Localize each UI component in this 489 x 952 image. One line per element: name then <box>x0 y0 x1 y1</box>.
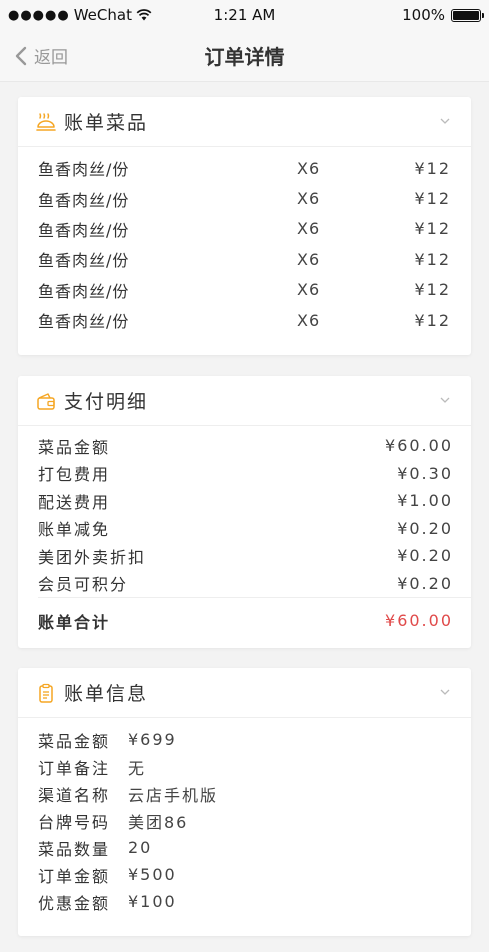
wallet-icon <box>37 392 55 410</box>
dish-price: ¥12 <box>414 310 451 330</box>
dish-quantity: X6 <box>297 280 321 300</box>
chevron-down-icon <box>440 397 450 403</box>
status-bar: ●●●●● WeChat 1:21 AM 100% <box>0 0 489 30</box>
info-label: 订单金额 <box>38 866 111 886</box>
dish-name: 鱼香肉丝/份 <box>38 281 130 301</box>
payment-value: ¥0.20 <box>397 546 453 566</box>
nav-bar: 返回 订单详情 <box>0 30 489 82</box>
info-label: 优惠金额 <box>38 893 111 913</box>
chevron-down-icon <box>440 689 450 695</box>
info-label: 订单备注 <box>38 758 111 778</box>
clipboard-icon <box>39 683 53 703</box>
list-item: 鱼香肉丝/份 X6 ¥12 <box>38 244 451 274</box>
food-cloche-icon <box>36 112 56 131</box>
payment-label: 菜品金额 <box>38 437 111 457</box>
dish-price: ¥12 <box>414 280 451 300</box>
list-item: 美团外卖折扣 ¥0.20 <box>38 542 453 570</box>
payment-card-header[interactable]: 支付明细 <box>18 376 471 426</box>
dish-quantity: X6 <box>297 310 321 330</box>
list-item: 菜品数量 20 <box>38 834 451 861</box>
list-item: 鱼香肉丝/份 X6 ¥12 <box>38 214 451 244</box>
list-item: 订单备注 无 <box>38 753 451 780</box>
dish-price: ¥12 <box>414 189 451 209</box>
chevron-down-icon <box>440 118 450 124</box>
info-value: 20 <box>128 838 153 857</box>
dish-quantity: X6 <box>297 158 321 178</box>
list-item: 鱼香肉丝/份 X6 ¥12 <box>38 183 451 213</box>
payment-value: ¥0.20 <box>397 518 453 538</box>
dish-name: 鱼香肉丝/份 <box>38 251 130 271</box>
info-list: 菜品金额 ¥699 订单备注 无 渠道名称 云店手机版 台牌号码 美团86 菜品… <box>18 718 471 933</box>
payment-value: ¥1.00 <box>397 491 453 511</box>
back-label: 返回 <box>34 48 68 68</box>
dish-name: 鱼香肉丝/份 <box>38 190 130 210</box>
info-value: 无 <box>128 758 147 778</box>
info-label: 渠道名称 <box>38 785 111 805</box>
info-value: ¥699 <box>128 730 177 749</box>
dish-name: 鱼香肉丝/份 <box>38 160 130 180</box>
list-item: 账单减免 ¥0.20 <box>38 515 453 543</box>
list-item: 菜品金额 ¥60.00 <box>38 432 453 460</box>
info-card-header[interactable]: 账单信息 <box>18 668 471 718</box>
list-item: 会员可积分 ¥0.20 <box>38 570 453 598</box>
dishes-card: 账单菜品 鱼香肉丝/份 X6 ¥12 鱼香肉丝/份 X6 ¥12 鱼香肉丝/份 … <box>18 97 471 355</box>
back-button[interactable]: 返回 <box>14 43 68 68</box>
info-label: 菜品数量 <box>38 839 111 859</box>
battery-icon <box>451 8 484 22</box>
payment-value: ¥0.20 <box>397 573 453 593</box>
info-value: ¥100 <box>128 892 177 911</box>
status-time: 1:21 AM <box>213 6 276 24</box>
wifi-icon <box>136 9 152 21</box>
list-item: 订单金额 ¥500 <box>38 861 451 888</box>
payment-card: 支付明细 菜品金额 ¥60.00 打包费用 ¥0.30 配送费用 ¥1.00 账… <box>18 376 471 648</box>
info-value: ¥500 <box>128 865 177 884</box>
page-title: 订单详情 <box>204 45 285 69</box>
dish-list: 鱼香肉丝/份 X6 ¥12 鱼香肉丝/份 X6 ¥12 鱼香肉丝/份 X6 ¥1… <box>18 147 471 353</box>
battery-percent: 100% <box>402 6 445 24</box>
list-item: 台牌号码 美团86 <box>38 807 451 834</box>
list-item: 鱼香肉丝/份 X6 ¥12 <box>38 153 451 183</box>
dishes-section-title: 账单菜品 <box>64 112 149 134</box>
payment-total-label: 账单合计 <box>38 612 111 632</box>
list-item: 配送费用 ¥1.00 <box>38 487 453 515</box>
dish-name: 鱼香肉丝/份 <box>38 220 130 240</box>
info-label: 菜品金额 <box>38 731 111 751</box>
info-label: 台牌号码 <box>38 812 111 832</box>
payment-label: 会员可积分 <box>38 575 129 595</box>
info-section-title: 账单信息 <box>64 683 149 705</box>
list-item: 鱼香肉丝/份 X6 ¥12 <box>38 275 451 305</box>
payment-label: 美团外卖折扣 <box>38 547 147 567</box>
payment-list: 菜品金额 ¥60.00 打包费用 ¥0.30 配送费用 ¥1.00 账单减免 ¥… <box>18 426 471 597</box>
dish-price: ¥12 <box>414 219 451 239</box>
dish-quantity: X6 <box>297 219 321 239</box>
list-item: 渠道名称 云店手机版 <box>38 780 451 807</box>
payment-total-value: ¥60.00 <box>385 611 453 630</box>
battery-fill <box>453 10 479 20</box>
list-item: 鱼香肉丝/份 X6 ¥12 <box>38 305 451 335</box>
payment-label: 配送费用 <box>38 492 111 512</box>
payment-label: 账单减免 <box>38 520 111 540</box>
dish-name: 鱼香肉丝/份 <box>38 312 130 332</box>
list-item: 菜品金额 ¥699 <box>38 726 451 753</box>
payment-value: ¥60.00 <box>385 436 453 456</box>
dish-price: ¥12 <box>414 249 451 269</box>
dish-quantity: X6 <box>297 249 321 269</box>
dishes-card-header[interactable]: 账单菜品 <box>18 97 471 147</box>
payment-label: 打包费用 <box>38 465 111 485</box>
chevron-left-icon <box>15 46 27 65</box>
info-value: 美团86 <box>128 812 189 832</box>
dish-quantity: X6 <box>297 189 321 209</box>
payment-section-title: 支付明细 <box>64 391 149 413</box>
payment-total-row: 账单合计 ¥60.00 <box>38 597 471 643</box>
dish-price: ¥12 <box>414 158 451 178</box>
payment-value: ¥0.30 <box>397 463 453 483</box>
signal-dots: ●●●●● <box>8 7 70 23</box>
info-card: 账单信息 菜品金额 ¥699 订单备注 无 渠道名称 云店手机版 台牌号码 美团… <box>18 668 471 936</box>
list-item: 打包费用 ¥0.30 <box>38 460 453 488</box>
carrier-label: WeChat <box>73 6 132 24</box>
info-value: 云店手机版 <box>128 785 219 805</box>
list-item: 优惠金额 ¥100 <box>38 888 451 915</box>
